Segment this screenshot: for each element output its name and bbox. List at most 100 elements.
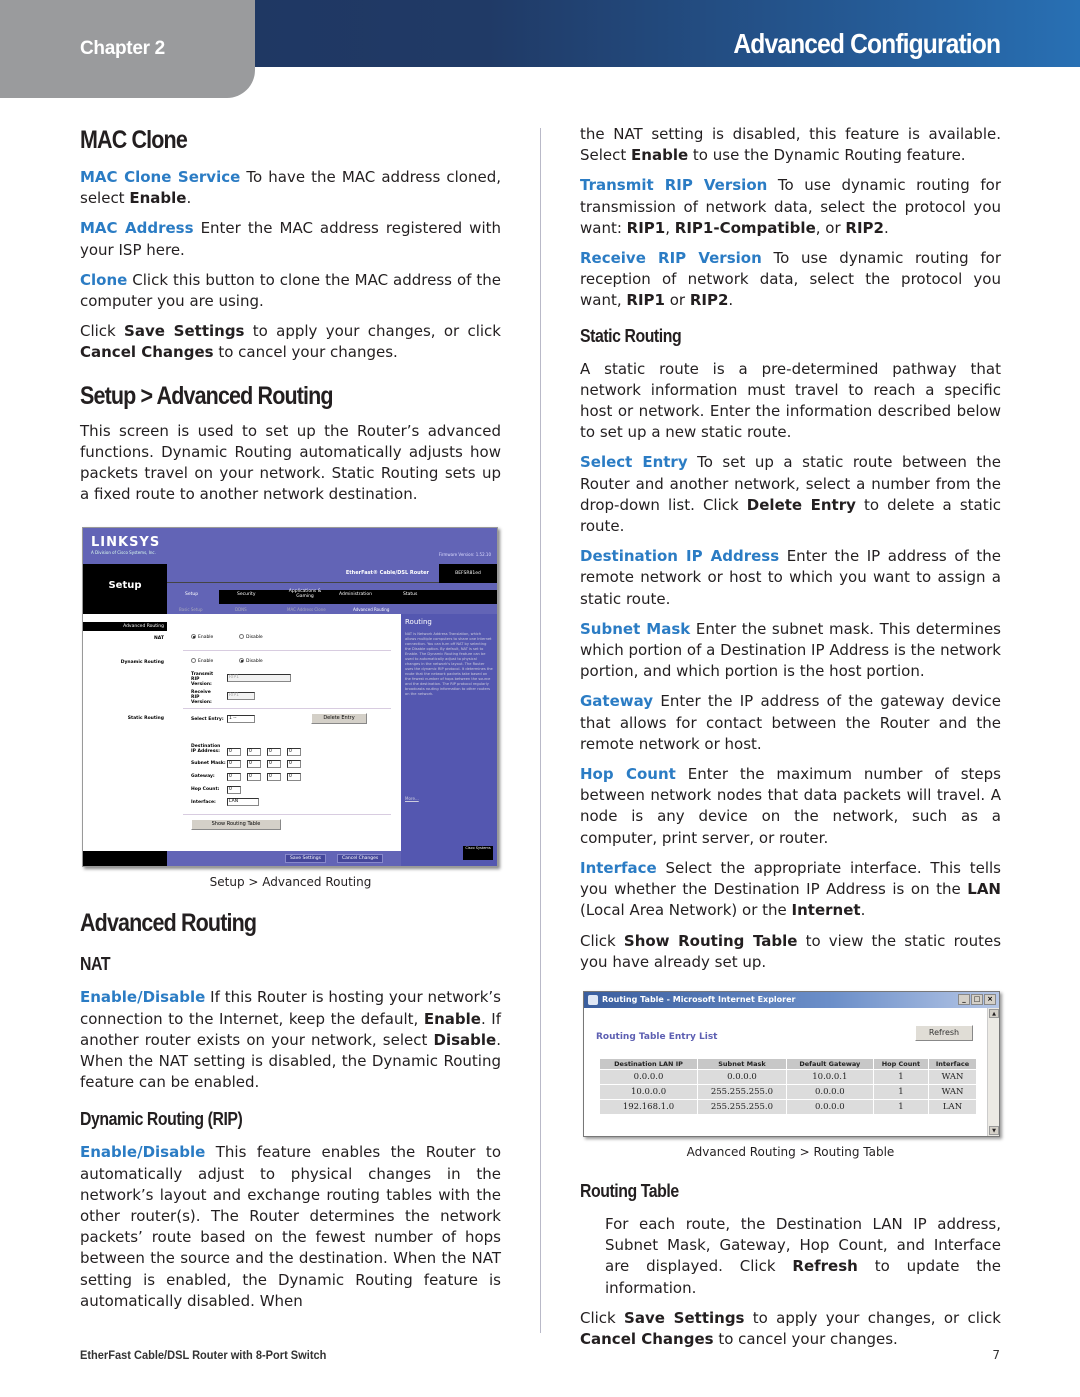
delete-entry-button[interactable]: Delete Entry [311,713,367,725]
save-settings-button[interactable]: Save Settings [285,854,326,864]
subnet-label: Subnet Mask: [191,761,226,767]
close-icon[interactable]: × [984,993,996,1005]
rip-continuation-paragraph: the NAT setting is disabled, this featur… [580,125,1001,165]
gateway-octet-4[interactable]: 0 [287,773,301,782]
term-transmit-rip: Transmit RIP Version [580,176,768,195]
maximize-icon[interactable]: □ [971,993,983,1005]
subnet-octet-4[interactable]: 0 [287,760,301,769]
cancel-changes-button[interactable]: Cancel Changes [337,854,384,864]
nat-heading: NAT [80,954,111,975]
tab-applications-gaming[interactable]: Applications & Gaming [285,589,325,599]
term-mac-clone-service: MAC Clone Service [80,168,241,186]
subtab-advanced-routing[interactable]: Advanced Routing [353,607,389,612]
select-entry-paragraph: Select Entry To set up a static route be… [580,453,1001,536]
mac-address-paragraph: MAC Address Enter the MAC address regist… [80,219,502,259]
final-save-cancel-paragraph: Click Save Settings to apply your change… [580,1308,1001,1348]
term-subnet-mask: Subnet Mask [580,619,691,638]
dynamic-enable-radio[interactable]: Enable [191,658,213,664]
term-enable-disable-rip: Enable/Disable [80,1143,206,1162]
term-gateway: Gateway [580,692,654,711]
scrollbar[interactable]: ▲ ▼ [987,1007,999,1136]
term-select-entry: Select Entry [580,453,688,472]
show-routing-table-button[interactable]: Show Routing Table [191,819,281,831]
refresh-button[interactable]: Refresh [915,1024,973,1041]
column-divider [540,128,541,1333]
chapter-tab: Chapter 2 [0,0,255,98]
tab-administration[interactable]: Administration [339,592,372,597]
column-header: Default Gateway [786,1058,873,1069]
setup-advanced-routing-heading: Setup > Advanced Routing [80,381,334,410]
term-hop-count: Hop Count [580,765,676,784]
receive-rip-paragraph: Receive RIP Version To use dynamic routi… [580,249,1001,310]
transmit-rip-select[interactable]: RIP1 [227,674,291,683]
clone-paragraph: Clone Click this button to clone the MAC… [80,270,501,311]
tab-security[interactable]: Security [237,592,255,597]
model-name: BEFSR81ed [439,564,497,584]
column-header: Hop Count [873,1058,929,1069]
hop-count-label: Hop Count: [191,787,220,793]
setup-intro-paragraph: This screen is used to set up the Router… [80,421,501,504]
left-column: MAC Clone MAC Clone Service To have the … [80,124,501,1321]
hop-count-field[interactable]: 0 [227,786,241,795]
help-panel: Routing NAT is Network Address Translati… [401,614,497,867]
rip-paragraph: Enable/Disable This feature enables the … [80,1143,501,1310]
help-more-link[interactable]: More... [405,796,419,801]
window-titlebar: Routing Table - Microsoft Internet Explo… [584,991,999,1008]
mac-clone-heading: MAC Clone [80,126,188,154]
interface-label: Interface: [191,800,216,806]
subtab-mac-clone[interactable]: MAC Address Clone [287,607,326,612]
figure-caption-1: Setup > Advanced Routing [209,875,372,890]
firmware-version: Firmware Version: 1.52.10 [438,552,491,558]
term-receive-rip: Receive RIP Version [580,249,762,268]
hop-count-paragraph: Hop Count Enter the maximum number of st… [580,765,1001,847]
term-enable-disable: Enable/Disable [80,988,206,1007]
nat-disable-radio[interactable]: Disable [239,634,263,640]
tab-status[interactable]: Status [403,592,417,597]
nat-enable-radio[interactable]: Enable [191,634,213,640]
cisco-logo: Cisco Systems [463,846,493,861]
dynamic-disable-radio[interactable]: Disable [239,658,263,664]
scroll-down-icon[interactable]: ▼ [989,1125,999,1135]
select-entry-dropdown[interactable]: 1 -- [227,715,255,724]
column-header: Subnet Mask [698,1058,786,1069]
dynamic-routing-heading: Dynamic Routing (RIP) [80,1109,243,1130]
receive-rip-label: Receive RIP Version: [191,690,212,706]
subnet-mask-paragraph: Subnet Mask Enter the subnet mask. This … [580,619,1001,681]
column-header: Interface [929,1058,976,1069]
minimize-icon[interactable]: _ [958,993,970,1005]
scroll-up-icon[interactable]: ▲ [989,1008,999,1018]
table-row: 192.168.1.0 255.255.255.0 0.0.0.0 1 LAN [600,1099,976,1114]
dest-ip-octet-1[interactable]: 0 [227,748,241,757]
transmit-rip-label: Transmit RIP Version: [191,672,214,688]
subtab-basic-setup[interactable]: Basic Setup [179,607,203,612]
right-column: the NAT setting is disabled, this featur… [580,124,1001,1359]
subnet-octet-2[interactable]: 0 [247,760,261,769]
gateway-octet-3[interactable]: 0 [267,773,281,782]
interface-paragraph: Interface Select the appropriate interfa… [580,858,1001,920]
subnet-octet-3[interactable]: 0 [267,760,281,769]
interface-dropdown[interactable]: LAN [227,798,259,807]
routing-table-heading: Routing Table [580,1180,679,1201]
advanced-routing-screenshot: LINKSYS A Division of Cisco Systems, Inc… [82,527,498,868]
help-title: Routing [405,618,432,627]
dest-ip-label: Destination IP Address: [191,744,221,755]
gateway-octet-1[interactable]: 0 [227,773,241,782]
column-header: Destination LAN IP [600,1058,698,1069]
tab-setup[interactable]: Setup [185,592,198,597]
nav-tabs: Setup Security Applications & Gaming Adm… [167,583,497,615]
nat-paragraph: Enable/Disable If this Router is hosting… [80,988,501,1092]
static-routing-heading: Static Routing [580,325,682,346]
settings-form: Enable Disable Enable Disable Transmit R… [167,614,399,852]
subnet-octet-1[interactable]: 0 [227,760,241,769]
show-routing-table-paragraph: Click Show Routing Table to view the sta… [580,931,1002,971]
dest-ip-octet-3[interactable]: 0 [267,748,281,757]
gateway-octet-2[interactable]: 0 [247,773,261,782]
subtab-ddns[interactable]: DDNS [235,607,247,612]
receive-rip-select[interactable]: RIP1 [227,692,255,701]
select-entry-label: Select Entry: [191,717,224,723]
dest-ip-octet-2[interactable]: 0 [247,748,261,757]
window-title: Routing Table - Microsoft Internet Explo… [602,994,796,1004]
dest-ip-octet-4[interactable]: 0 [287,748,301,757]
figure-caption-2: Advanced Routing > Routing Table [686,1144,895,1159]
save-cancel-paragraph: Click Save Settings to apply your change… [80,322,501,362]
